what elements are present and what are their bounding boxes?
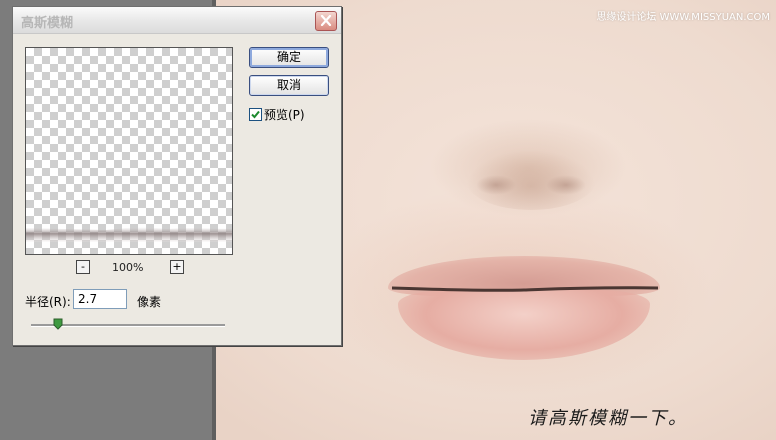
cancel-button[interactable]: 取消 [249, 75, 329, 96]
watermark-text: 思缘设计论坛 WWW.MISSYUAN.COM [596, 12, 770, 23]
preview-checkbox-label[interactable]: 预览(P) [264, 106, 305, 123]
zoom-controls: - 100% + [76, 260, 186, 276]
slider-thumb-icon[interactable] [53, 318, 63, 330]
caption-text: 请高斯模糊一下。 [528, 408, 688, 429]
dialog-title: 高斯模糊 [21, 16, 74, 31]
nostril-left [476, 175, 516, 195]
lip-line [392, 286, 658, 292]
preview-checkbox[interactable] [249, 108, 262, 121]
lower-lip [398, 290, 650, 360]
checkmark-icon [251, 110, 260, 119]
ok-button[interactable]: 确定 [249, 47, 329, 68]
zoom-out-button[interactable]: - [76, 260, 90, 274]
preview-blur-band [26, 227, 232, 242]
filter-preview[interactable] [25, 47, 233, 255]
radius-input[interactable]: 2.7 [73, 289, 127, 309]
zoom-in-button[interactable]: + [170, 260, 184, 274]
zoom-level: 100% [112, 261, 144, 274]
nostril-right [546, 175, 586, 195]
close-button[interactable] [315, 11, 337, 31]
dialog-titlebar[interactable]: 高斯模糊 [13, 7, 341, 34]
radius-label: 半径(R): [25, 295, 71, 309]
radius-unit: 像素 [137, 295, 162, 309]
gaussian-blur-dialog: 高斯模糊 - 100% + 确定 取消 预览(P) 半径(R): 2.7 像素 [12, 6, 342, 346]
close-icon [320, 15, 332, 26]
